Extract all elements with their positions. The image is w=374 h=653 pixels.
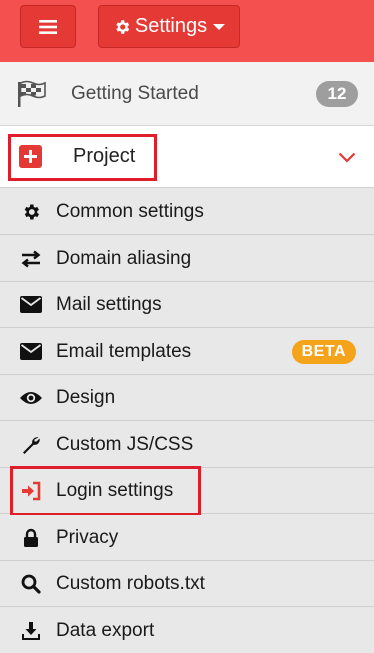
sidebar-section-project[interactable]: Project (0, 126, 374, 188)
wrench-icon (19, 433, 43, 457)
getting-started-label: Getting Started (71, 82, 199, 104)
beta-badge: BETA (291, 339, 356, 364)
sidebar-item-privacy[interactable]: Privacy (0, 515, 374, 561)
top-bar: Settings (0, 0, 374, 62)
sidebar-item-common-settings[interactable]: Common settings (0, 189, 374, 235)
download-icon (19, 619, 43, 643)
count-badge: 12 (316, 80, 358, 107)
settings-label: Settings (134, 15, 208, 37)
chevron-down-icon (338, 150, 356, 168)
settings-dropdown-button[interactable]: Settings (98, 5, 240, 48)
gear-icon (113, 18, 131, 36)
project-label: Project (73, 145, 136, 167)
flag-checkered-icon (16, 80, 48, 113)
highlight-box-login-settings (10, 466, 201, 516)
sidebar-item-getting-started[interactable]: Getting Started 12 (0, 62, 374, 126)
menu-item-label: Mail settings (56, 293, 162, 315)
sidebar-item-data-export[interactable]: Data export (0, 608, 374, 653)
caret-down-icon (213, 23, 226, 30)
envelope-icon (19, 293, 43, 317)
menu-item-label: Common settings (56, 200, 204, 222)
exchange-arrows-icon (19, 247, 43, 271)
hamburger-icon (39, 19, 57, 34)
menu-item-label: Email templates (56, 340, 192, 362)
menu-item-label: Domain aliasing (56, 247, 192, 269)
plus-square-icon (19, 145, 42, 168)
sidebar-item-custom-robots[interactable]: Custom robots.txt (0, 561, 374, 607)
menu-item-label: Design (56, 386, 116, 408)
sidebar-item-mail-settings[interactable]: Mail settings (0, 282, 374, 328)
menu-item-label: Privacy (56, 526, 119, 548)
menu-item-label: Data export (56, 619, 155, 641)
lock-icon (19, 526, 43, 550)
sidebar-item-custom-js-css[interactable]: Custom JS/CSS (0, 422, 374, 468)
sidebar-item-design[interactable]: Design (0, 375, 374, 421)
hamburger-menu-button[interactable] (20, 5, 76, 48)
search-icon (19, 572, 43, 596)
sidebar-item-domain-aliasing[interactable]: Domain aliasing (0, 236, 374, 282)
eye-icon (19, 386, 43, 410)
menu-item-label: Custom robots.txt (56, 572, 205, 594)
envelope-icon (19, 340, 43, 364)
gear-icon (19, 200, 43, 224)
menu-item-label: Custom JS/CSS (56, 433, 194, 455)
sidebar-item-email-templates[interactable]: Email templates BETA (0, 329, 374, 375)
